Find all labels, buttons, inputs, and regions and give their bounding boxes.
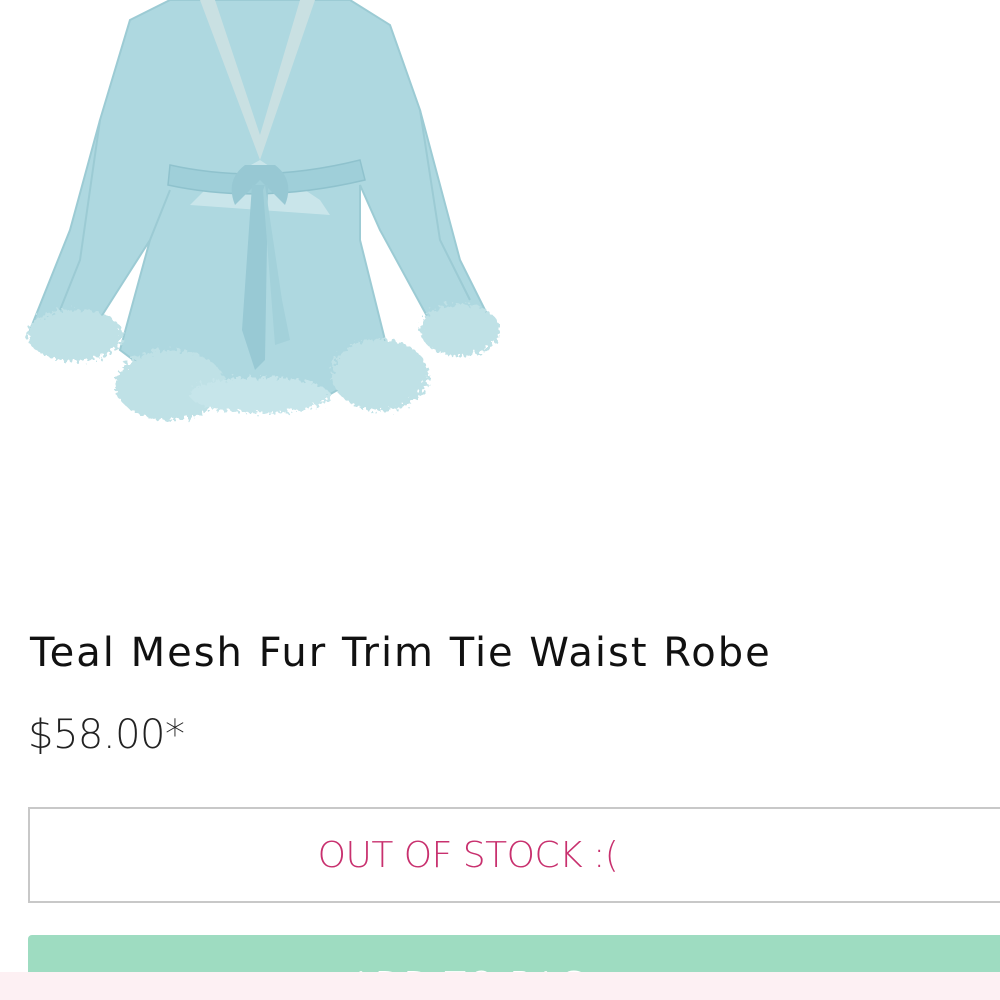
out-of-stock-button[interactable]: OUT OF STOCK :( bbox=[28, 807, 1000, 903]
bottom-bar bbox=[0, 972, 1000, 1000]
product-price: $58.00* bbox=[28, 712, 185, 758]
stock-status-label: OUT OF STOCK :( bbox=[317, 834, 619, 876]
product-title: Teal Mesh Fur Trim Tie Waist Robe bbox=[30, 630, 772, 676]
product-image[interactable] bbox=[20, 0, 500, 440]
